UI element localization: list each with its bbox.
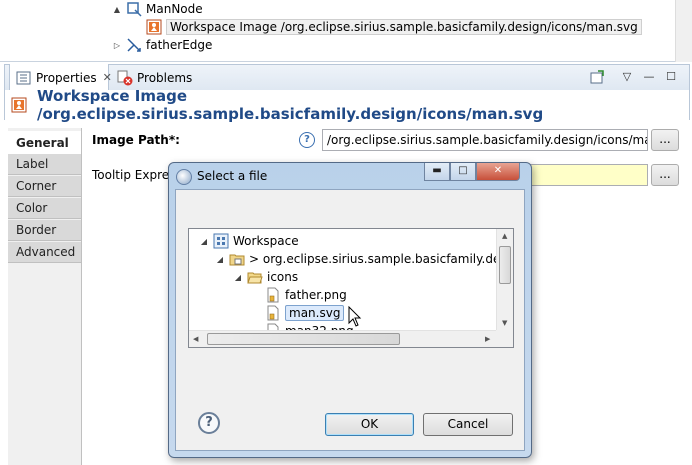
minimize-icon[interactable]: —	[641, 69, 657, 85]
tab-label: Properties	[36, 70, 97, 85]
tree-row-project[interactable]: ◢ > org.eclipse.sirius.sample.basicfamil…	[215, 250, 514, 268]
tree-label: Workspace Image /org.eclipse.sirius.samp…	[166, 19, 642, 35]
cancel-button[interactable]: Cancel	[423, 413, 513, 436]
tree-label-selected: man.svg	[285, 305, 345, 321]
help-icon[interactable]: ?	[299, 132, 315, 148]
scroll-left-arrow-icon[interactable]: ◀	[193, 335, 198, 343]
dialog-title: Select a file	[197, 169, 268, 183]
tree-label: > org.eclipse.sirius.sample.basicfamily.…	[249, 252, 514, 266]
browse-button[interactable]: ...	[651, 129, 679, 151]
tree-label: icons	[267, 270, 299, 284]
tree-label: Workspace	[233, 234, 299, 248]
edge-icon	[126, 37, 142, 53]
collapse-icon[interactable]: ◢	[233, 273, 243, 282]
tree-row-fatheredge[interactable]: ▷ fatherEdge	[112, 36, 212, 54]
help-icon[interactable]: ?	[198, 412, 220, 434]
scroll-thumb[interactable]	[499, 246, 511, 284]
tree-row-mannode[interactable]: ▲ ManNode	[112, 0, 203, 18]
category-corner[interactable]: Corner	[8, 176, 82, 197]
image-path-field[interactable]: /org.eclipse.sirius.sample.basicfamily.d…	[322, 129, 648, 151]
page-title: Workspace Image /org.eclipse.sirius.samp…	[37, 87, 544, 123]
window-minimize-button[interactable]: ▬	[424, 163, 450, 181]
outline-scrollbar[interactable]	[675, 0, 692, 62]
tree-row-workspace[interactable]: ◢ Workspace	[199, 232, 299, 250]
image-path-label: Image Path*:	[92, 133, 180, 147]
tooltip-browse-button[interactable]: ...	[651, 164, 679, 186]
tree-row-father-png[interactable]: father.png	[265, 286, 347, 304]
tree-row-man-svg[interactable]: man.svg	[265, 304, 345, 322]
scroll-down-arrow-icon[interactable]: ▼	[502, 319, 507, 327]
project-folder-icon	[229, 251, 245, 267]
scroll-right-arrow-icon[interactable]: ▶	[485, 335, 490, 343]
tree-row-icons-folder[interactable]: ◢ icons	[233, 268, 298, 286]
properties-header: Workspace Image /org.eclipse.sirius.samp…	[4, 87, 690, 123]
category-advanced[interactable]: Advanced	[8, 242, 82, 263]
tree-label: fatherEdge	[146, 38, 213, 52]
outline-tree: ▲ ManNode Workspace Image /org.eclipse.s…	[0, 0, 692, 62]
maximize-icon[interactable]: ☐	[663, 69, 679, 85]
tree-horizontal-scrollbar[interactable]: ◀ ▶	[189, 330, 498, 347]
image-icon	[11, 97, 27, 113]
file-icon	[265, 305, 281, 321]
node-icon	[126, 1, 142, 17]
scroll-corner	[496, 330, 513, 347]
tree-label: father.png	[285, 288, 347, 302]
expand-icon[interactable]: ▷	[112, 41, 122, 50]
file-icon	[265, 287, 281, 303]
tree-row-workspace-image[interactable]: Workspace Image /org.eclipse.sirius.samp…	[146, 18, 642, 36]
view-menu-icon[interactable]: ▽	[619, 69, 635, 85]
folder-open-icon	[247, 269, 263, 285]
collapse-icon[interactable]: ◢	[199, 237, 209, 246]
category-border[interactable]: Border	[8, 220, 82, 241]
window-maximize-button[interactable]: □	[450, 163, 476, 181]
tree-label: ManNode	[146, 2, 203, 16]
collapse-icon[interactable]: ◢	[215, 255, 225, 264]
category-color[interactable]: Color	[8, 198, 82, 219]
ok-button[interactable]: OK	[325, 413, 414, 436]
scroll-thumb[interactable]	[207, 333, 400, 345]
problems-icon	[117, 70, 133, 86]
dialog-app-icon	[176, 169, 192, 185]
mouse-cursor-icon	[348, 305, 362, 331]
category-label[interactable]: Label	[8, 154, 82, 175]
pin-view-icon[interactable]	[589, 69, 605, 85]
collapse-icon[interactable]: ▲	[112, 5, 122, 14]
tree-vertical-scrollbar[interactable]: ▲ ▼	[496, 229, 513, 332]
properties-icon	[16, 70, 32, 86]
category-general[interactable]: General	[8, 131, 82, 155]
window-close-button[interactable]: ✕	[476, 163, 520, 181]
workspace-icon	[213, 233, 229, 249]
scroll-up-arrow-icon[interactable]: ▲	[502, 232, 507, 240]
property-categories: General Label Corner Color Border Advanc…	[8, 128, 82, 465]
image-icon	[146, 19, 162, 35]
divider	[81, 128, 82, 465]
tab-label: Problems	[137, 70, 193, 85]
tooltip-expression-label: Tooltip Expres	[92, 168, 176, 182]
